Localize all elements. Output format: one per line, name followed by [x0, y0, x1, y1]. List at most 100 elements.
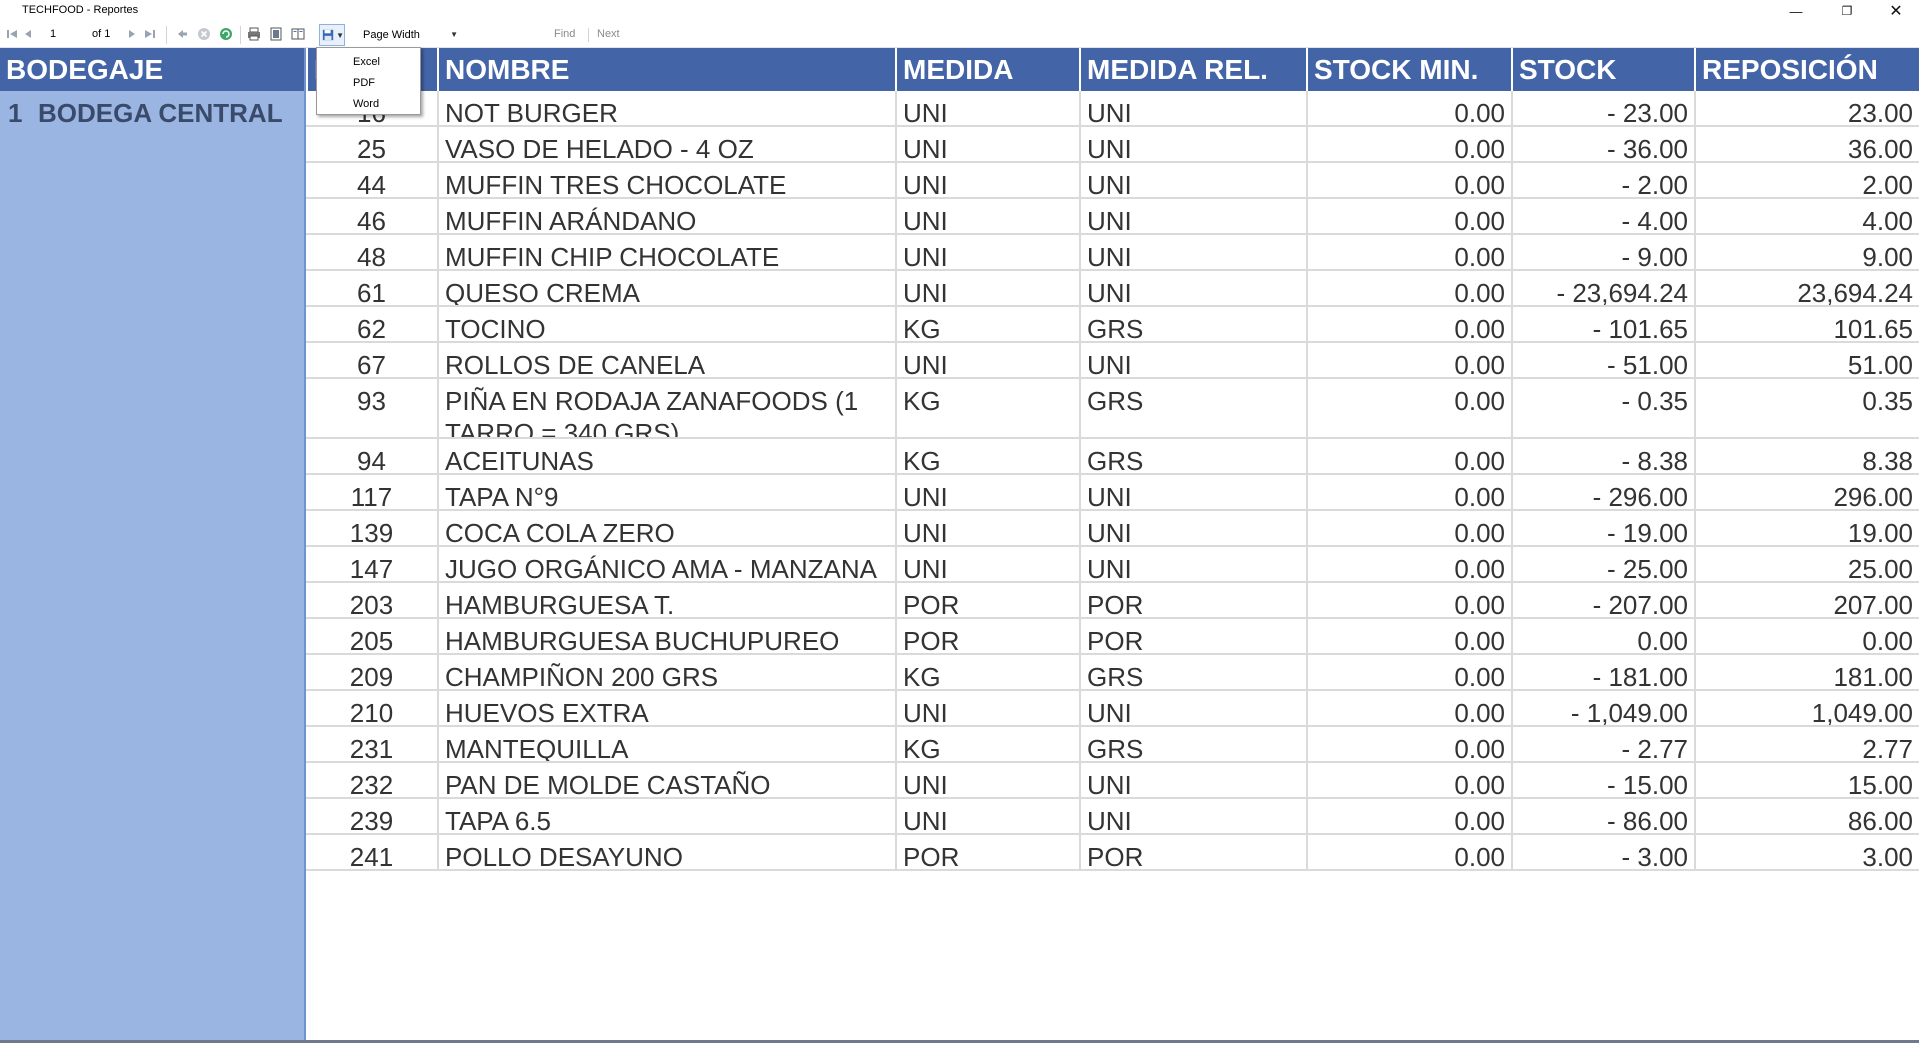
cell-reposicion: 36.00 — [1694, 127, 1919, 161]
cell-stock-min: 0.00 — [1306, 235, 1511, 269]
cell-reposicion: 0.35 — [1694, 379, 1919, 437]
cell-stock: - 0.35 — [1511, 379, 1694, 437]
cell-stock: - 207.00 — [1511, 583, 1694, 617]
page-number-input[interactable]: 1 — [48, 26, 84, 43]
cell-reposicion: 15.00 — [1694, 763, 1919, 797]
cell-nombre: ACEITUNAS — [437, 439, 895, 473]
cell-stock: - 2.00 — [1511, 163, 1694, 197]
cell-medida: UNI — [895, 511, 1079, 545]
refresh-icon[interactable] — [218, 25, 234, 43]
cell-medida-rel: UNI — [1079, 127, 1306, 161]
cell-stock-min: 0.00 — [1306, 127, 1511, 161]
chevron-down-icon: ▼ — [336, 30, 344, 40]
table-row: 209 CHAMPIÑON 200 GRS KG GRS 0.00- 181.00 181… — [306, 655, 1919, 691]
print-layout-icon[interactable] — [268, 25, 284, 43]
cell-stock: - 2.77 — [1511, 727, 1694, 761]
cell-stock-min: 0.00 — [1306, 511, 1511, 545]
cell-stock-min: 0.00 — [1306, 271, 1511, 305]
cell-medida-rel: GRS — [1079, 379, 1306, 437]
cell-medida-rel: UNI — [1079, 163, 1306, 197]
cell-medida-rel: UNI — [1079, 343, 1306, 377]
cell-medida-rel: UNI — [1079, 547, 1306, 581]
page-setup-icon[interactable] — [290, 25, 306, 43]
find-link[interactable]: Find — [554, 28, 575, 40]
cell-stock: - 51.00 — [1511, 343, 1694, 377]
bodega-group-label: 1 BODEGA CENTRAL — [8, 98, 283, 129]
cell-reposicion: 101.65 — [1694, 307, 1919, 341]
cell-id: 46 — [357, 206, 386, 233]
table-row: 241 POLLO DESAYUNO POR POR 0.00- 3.00 3.00 — [306, 835, 1919, 871]
cell-nombre: TAPA 6.5 — [437, 799, 895, 833]
last-page-icon[interactable] — [142, 25, 158, 43]
cell-stock-min: 0.00 — [1306, 619, 1511, 653]
cell-nombre: HUEVOS EXTRA — [437, 691, 895, 725]
cell-medida: UNI — [895, 475, 1079, 509]
cell-stock: - 8.38 — [1511, 439, 1694, 473]
cell-medida: UNI — [895, 799, 1079, 833]
cell-medida: KG — [895, 655, 1079, 689]
cell-medida-rel: GRS — [1079, 307, 1306, 341]
next-page-icon[interactable] — [124, 25, 140, 43]
cell-id: 232 — [349, 770, 394, 797]
cell-nombre: HAMBURGUESA T. — [437, 583, 895, 617]
cell-reposicion: 9.00 — [1694, 235, 1919, 269]
cell-stock-min: 0.00 — [1306, 763, 1511, 797]
save-icon — [322, 29, 334, 41]
cell-reposicion: 19.00 — [1694, 511, 1919, 545]
cell-medida: UNI — [895, 199, 1079, 233]
table-row: 205 HAMBURGUESA BUCHUPUREO POR POR 0.00 0.00 0… — [306, 619, 1919, 655]
cell-stock-min: 0.00 — [1306, 655, 1511, 689]
first-page-icon[interactable] — [4, 25, 20, 43]
export-excel-item[interactable]: Excel — [317, 52, 420, 73]
cell-nombre: ROLLOS DE CANELA — [437, 343, 895, 377]
report-toolbar: 1 of 1 ▼ Page Width ▼ Find Next — [0, 22, 1919, 48]
stop-icon[interactable] — [196, 25, 212, 43]
cell-medida: POR — [895, 583, 1079, 617]
cell-reposicion: 8.38 — [1694, 439, 1919, 473]
find-input[interactable] — [475, 26, 545, 44]
back-icon[interactable] — [174, 25, 190, 43]
cell-id: 139 — [349, 518, 394, 545]
header-nombre: NOMBRE — [437, 48, 895, 91]
cell-reposicion: 2.77 — [1694, 727, 1919, 761]
cell-reposicion: 181.00 — [1694, 655, 1919, 689]
table-row: 117 TAPA N°9 UNI UNI 0.00- 296.00 296.00 — [306, 475, 1919, 511]
previous-page-icon[interactable] — [20, 25, 36, 43]
cell-medida-rel: UNI — [1079, 763, 1306, 797]
print-icon[interactable] — [246, 25, 262, 43]
close-button[interactable]: ✕ — [1873, 0, 1919, 22]
bodega-name: BODEGA CENTRAL — [38, 98, 283, 128]
restore-button[interactable]: ❐ — [1824, 0, 1870, 22]
cell-reposicion: 0.00 — [1694, 619, 1919, 653]
cell-medida: POR — [895, 619, 1079, 653]
cell-stock: - 181.00 — [1511, 655, 1694, 689]
cell-medida-rel: POR — [1079, 583, 1306, 617]
minimize-button[interactable]: — — [1773, 0, 1819, 22]
table-row: 231 MANTEQUILLA KG GRS 0.00- 2.77 2.77 — [306, 727, 1919, 763]
cell-stock: - 23.00 — [1511, 91, 1694, 125]
cell-medida: UNI — [895, 127, 1079, 161]
zoom-select[interactable]: Page Width ▼ — [355, 26, 462, 44]
export-button[interactable]: ▼ — [319, 24, 345, 46]
cell-stock: - 296.00 — [1511, 475, 1694, 509]
cell-medida-rel: GRS — [1079, 439, 1306, 473]
cell-nombre: MUFFIN ARÁNDANO — [437, 199, 895, 233]
cell-medida: POR — [895, 835, 1079, 869]
cell-stock: 0.00 — [1511, 619, 1694, 653]
cell-id: 117 — [350, 482, 393, 509]
cell-id: 67 — [357, 350, 386, 377]
cell-reposicion: 86.00 — [1694, 799, 1919, 833]
find-next-link[interactable]: Next — [597, 28, 620, 40]
cell-nombre: JUGO ORGÁNICO AMA - MANZANA — [437, 547, 895, 581]
cell-id: 62 — [357, 314, 386, 341]
export-word-item[interactable]: Word — [317, 94, 420, 115]
cell-stock-min: 0.00 — [1306, 547, 1511, 581]
cell-stock-min: 0.00 — [1306, 727, 1511, 761]
export-pdf-item[interactable]: PDF — [317, 73, 420, 94]
cell-reposicion: 51.00 — [1694, 343, 1919, 377]
cell-stock: - 4.00 — [1511, 199, 1694, 233]
cell-medida: KG — [895, 379, 1079, 437]
table-row: 16NOT BURGERUNIUNI0.00- 23.0023.00 — [306, 91, 1919, 127]
cell-stock-min: 0.00 — [1306, 199, 1511, 233]
header-stock-min: STOCK MIN. — [1306, 48, 1511, 91]
